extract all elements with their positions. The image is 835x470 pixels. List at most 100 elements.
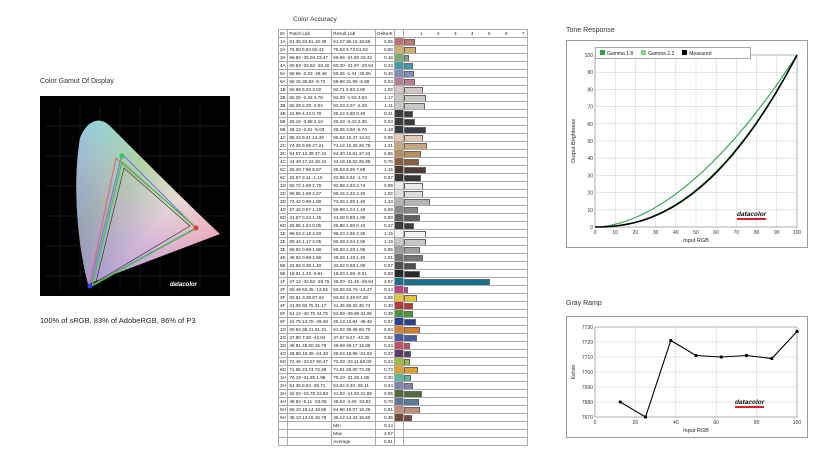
patch-lab: 26.13 -2.61 -5.03 [287, 125, 333, 134]
color-swatch [394, 261, 404, 270]
y-tick-label: 7710 [582, 355, 593, 361]
color-swatch [394, 53, 404, 62]
delta-e-value: 1.11 [375, 101, 395, 110]
patch-lab: 59.15 30.83 -5.72 [287, 77, 333, 86]
legend-measured: Measured [682, 49, 711, 57]
patch-lab: 65.10 18.14 18.68 [287, 405, 333, 414]
delta-e-bar-cell [403, 357, 528, 366]
legend-gamma22: Gamma 2.2 [641, 49, 674, 57]
patch-id: 2C [277, 141, 289, 150]
result-lab: 66.66 -24.80 23.43 [331, 53, 377, 62]
table-row: 4H 48.82 -5.11 -23.08 48.53 -4.26 -23.52 0.… [277, 397, 528, 406]
delta-e-bar-cell [403, 277, 528, 286]
result-lab: 73.26 1.95 1.45 [331, 197, 377, 206]
patch-id: 4E [277, 253, 289, 262]
result-lab: 83.82 4.49 87.28 [331, 293, 377, 302]
color-swatch [394, 413, 404, 422]
delta-axis-tick: 3 [454, 31, 457, 36]
color-swatch [394, 333, 404, 342]
table-row: 1E 96.04 2.16 2.60 96.23 2.96 2.26 1.15 [277, 229, 528, 238]
patch-id: 4F [277, 301, 289, 310]
color-swatch [394, 309, 404, 318]
patch-lab: 73.42 0.99 1.89 [287, 197, 333, 206]
color-swatch [394, 45, 404, 54]
x-tick-label: 50 [693, 230, 699, 236]
patch-lab: 25.29 7.95 8.87 [287, 165, 333, 174]
result-lab: 18.03 1.56 -0.51 [331, 269, 377, 278]
tone-brand-logo: datacolor [737, 211, 767, 220]
table-row: 5H 65.10 18.14 18.68 64.96 19.07 18.26 0.81 [277, 405, 528, 414]
delta-e-value: 1.17 [375, 93, 395, 102]
color-swatch [394, 269, 404, 278]
color-swatch [394, 93, 404, 102]
x-tick-label: 40 [673, 230, 679, 236]
table-row: 5D 41.57 0.24 1.45 41.28 0.69 1.09 0.80 [277, 213, 528, 222]
delta-e-value: 0.69 [375, 205, 395, 214]
x-tick-label: 0 [594, 420, 597, 426]
patch-id: 1D [277, 181, 289, 190]
patch-id: 6F [277, 317, 289, 326]
data-point [719, 355, 723, 359]
color-swatch [394, 317, 404, 326]
delta-e-value: 0.44 [375, 381, 395, 390]
patch-lab: 61.35 34.81 18.38 [287, 37, 333, 46]
table-row: 3D 73.42 0.99 1.89 73.26 1.95 1.45 1.43 [277, 197, 528, 206]
patch-lab: 41.57 0.24 1.45 [287, 213, 333, 222]
delta-e-bar-cell [403, 45, 528, 54]
delta-e-bar-cell [403, 333, 528, 342]
table-row: 1B 82.68 5.03 3.02 82.71 5.93 2.85 1.02 [277, 85, 528, 94]
patch-lab: 70.19 -31.85 1.98 [287, 373, 333, 382]
color-swatch [394, 365, 404, 374]
color-swatch [394, 229, 404, 238]
table-row: 1D 92.72 1.89 2.76 92.88 2.63 2.74 0.99 [277, 181, 528, 190]
delta-e-bar-cell [403, 269, 528, 278]
delta-e-value: 1.19 [375, 237, 395, 246]
patch-lab: 88.85 1.59 2.27 [287, 189, 333, 198]
delta-e-bar-cell [403, 365, 528, 374]
tone-response-svg: 0 10 20 30 40 50 60 70 80 90 100 0 10 20 30 40 50 60 70 80 9… [571, 53, 801, 244]
legend-swatch-icon [600, 49, 605, 55]
legend-swatch-icon [641, 49, 647, 55]
patch-lab: 74.28 9.05 27.21 [287, 141, 333, 150]
table-row: 1H 70.19 -31.85 1.98 70.10 -31.36 1.65 0.30 [277, 373, 528, 382]
delta-e-value: 0.18 [375, 53, 395, 62]
result-lab: 37.67 8.27 -43.30 [331, 333, 377, 342]
table-row: 6D 25.65 1.24 0.05 25.88 1.56 0.10 0.47 [277, 221, 528, 230]
color-swatch [394, 357, 404, 366]
patch-lab: 24.89 4.43 0.78 [287, 109, 333, 118]
color-swatch [394, 133, 404, 142]
patch-id: 5D [277, 213, 289, 222]
delta-e-bar-cell [403, 413, 528, 422]
table-row: 4C 44.49 17.23 26.24 44.16 18.52 25.85 0.76 [277, 157, 528, 166]
col-id-header: ID [277, 29, 289, 38]
patch-lab: 82.68 5.03 3.02 [287, 85, 333, 94]
delta-e-bar-cell [403, 301, 528, 310]
x-tick-label: 100 [793, 420, 802, 426]
table-row: 3E 65.52 0.69 1.86 65.50 1.29 1.95 0.85 [277, 245, 528, 254]
result-lab: 65.50 1.29 1.95 [331, 245, 377, 254]
result-lab: 75.53 6.73 51.02 [331, 45, 377, 54]
table-row: 4D 57.15 0.57 1.19 56.98 1.04 1.19 0.69 [277, 205, 528, 214]
color-swatch [394, 173, 404, 182]
delta-e-value: 1.02 [375, 85, 395, 94]
data-point [744, 353, 749, 358]
delta-e-bar-cell [403, 229, 528, 238]
delta-e-value: 0.43 [375, 61, 395, 70]
patch-lab: 33.55 0.35 1.40 [287, 261, 333, 270]
result-lab: 44.16 18.52 25.85 [331, 157, 377, 166]
delta-e-value: 0.87 [375, 173, 395, 182]
delta-e-value: 0.24 [375, 341, 395, 350]
stat-value: 0.81 [375, 437, 395, 446]
col-delta-header: Delta-E [375, 29, 395, 38]
color-swatch [394, 101, 404, 110]
delta-e-bar-cell [403, 205, 528, 214]
ramp-title: Gray Ramp [566, 300, 602, 307]
table-row: 6E 16.91 1.43 -0.81 18.03 1.56 -0.51 0.83 [277, 269, 528, 278]
delta-e-value: 0.62 [375, 333, 395, 342]
table-row: 3F 83.61 3.36 87.02 83.82 4.49 87.28 0.65 [277, 293, 528, 302]
delta-e-bar-cell [403, 405, 528, 414]
delta-e-value: 0.78 [375, 397, 395, 406]
patch-lab: 44.49 17.23 26.24 [287, 157, 333, 166]
patch-lab: 37.80 7.30 -43.04 [287, 333, 333, 342]
delta-e-bar-cell [403, 381, 528, 390]
